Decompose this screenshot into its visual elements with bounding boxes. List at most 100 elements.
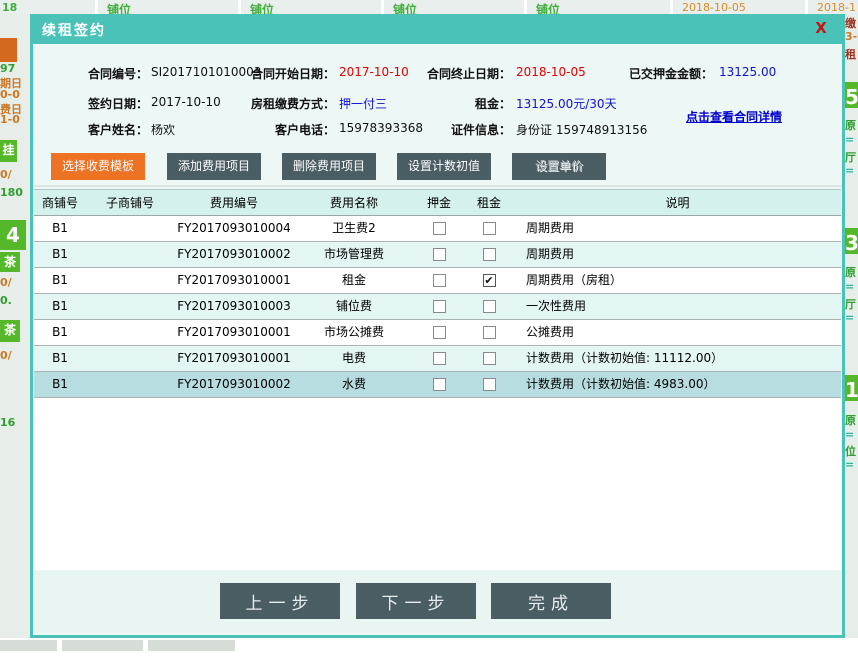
desc-cell: 周期费用（房租） — [514, 268, 841, 293]
fee-table-row[interactable]: B1FY2017093010003铺位费一次性费用 — [34, 294, 841, 320]
background-fragment: 16 — [0, 416, 15, 429]
rent-checkbox[interactable] — [483, 248, 496, 261]
background-column-divider — [805, 0, 808, 14]
shop-cell: B1 — [34, 268, 86, 293]
fee-table-row[interactable]: B1FY2017093010002市场管理费周期费用 — [34, 242, 841, 268]
finish-button[interactable]: 完成 — [491, 583, 611, 619]
deposit-paid-label: 已交押金金额： — [603, 65, 713, 82]
background-tab-block — [62, 640, 143, 651]
rent-checkbox[interactable]: ✔ — [483, 274, 496, 287]
background-fragment: 97 — [0, 62, 15, 75]
customer-phone-label: 客户电话： — [225, 121, 335, 138]
rent-checkbox[interactable] — [483, 352, 496, 365]
delete-fee-item-button[interactable]: 删除费用项目 — [282, 153, 376, 180]
rent-checkbox-cell — [464, 346, 514, 371]
contract-no-label: 合同编号： — [38, 65, 148, 82]
fee-table-row[interactable]: B1FY2017093010001电费计数费用（计数初始值: 11112.00） — [34, 346, 841, 372]
col-sub-shop-no: 子商铺号 — [86, 190, 174, 215]
fee-table-row[interactable]: B1 FY2017093010001租金 ✔ 周期费用（房租） — [34, 268, 841, 294]
fee-table-row[interactable]: B1FY2017093010002水费计数费用（计数初始值: 4983.00） — [34, 372, 841, 398]
background-fragment: 180 — [0, 186, 23, 199]
deposit-checkbox[interactable] — [433, 326, 446, 339]
sub-shop-cell — [86, 320, 174, 345]
rent-checkbox[interactable] — [483, 326, 496, 339]
deposit-checkbox[interactable] — [433, 378, 446, 391]
background-booth-header: 铺位 — [536, 1, 560, 14]
deposit-checkbox[interactable] — [433, 352, 446, 365]
background-header-strip: 18 铺位铺位铺位铺位2018-10-052018-1 — [0, 0, 858, 14]
sub-shop-cell — [86, 372, 174, 397]
background-column-divider — [381, 0, 384, 14]
shop-cell: B1 — [34, 320, 86, 345]
desc-cell: 计数费用（计数初始值: 11112.00） — [514, 346, 841, 371]
rent-checkbox-cell — [464, 372, 514, 397]
id-info-label: 证件信息： — [401, 121, 511, 138]
background-fragment: 0. — [0, 294, 12, 307]
fee-name-cell: 市场管理费 — [294, 242, 414, 267]
previous-step-button[interactable]: 上一步 — [220, 583, 340, 619]
next-step-button[interactable]: 下一步 — [356, 583, 476, 619]
background-fragment: 0/ — [0, 276, 12, 289]
rent-checkbox[interactable] — [483, 222, 496, 235]
deposit-checkbox[interactable] — [433, 300, 446, 313]
background-fragment: 原 — [845, 412, 856, 428]
background-fragment: = — [845, 311, 854, 324]
col-shop-no: 商铺号 — [34, 190, 86, 215]
close-icon: X — [815, 19, 827, 37]
background-fragment: 位 — [845, 443, 856, 459]
dialog-title-bar: 续租签约 X — [30, 14, 845, 44]
background-fragment: 4 — [0, 220, 26, 250]
background-fragment: = — [845, 133, 854, 146]
background-fragment: = — [845, 164, 854, 177]
deposit-checkbox[interactable] — [433, 274, 446, 287]
background-tab-block — [148, 640, 235, 651]
close-button[interactable]: X — [811, 19, 831, 39]
deposit-checkbox[interactable] — [433, 248, 446, 261]
shop-cell: B1 — [34, 294, 86, 319]
fee-table-row[interactable]: B1FY2017093010001市场公摊费公摊费用 — [34, 320, 841, 346]
background-fragment: 挂 — [0, 140, 17, 162]
deposit-checkbox-cell — [414, 294, 464, 319]
col-fee-no: 费用编号 — [174, 190, 294, 215]
deposit-checkbox-cell — [414, 268, 464, 293]
rent-checkbox[interactable] — [483, 300, 496, 313]
fee-no-cell: FY2017093010001 — [174, 346, 294, 371]
fee-name-cell: 租金 — [294, 268, 414, 293]
background-fragment: 原 — [845, 264, 856, 280]
id-info-value: 身份证 159748913156 — [516, 121, 647, 138]
customer-name-label: 客户姓名： — [38, 121, 148, 138]
col-desc: 说明 — [514, 190, 841, 215]
sub-shop-cell — [86, 294, 174, 319]
desc-cell: 周期费用 — [514, 242, 841, 267]
set-counter-initial-button[interactable]: 设置计数初值 — [397, 153, 491, 180]
deposit-checkbox[interactable] — [433, 222, 446, 235]
deposit-checkbox-cell — [414, 320, 464, 345]
background-fragment: 缴 — [845, 15, 856, 31]
background-booth-header: 铺位 — [107, 1, 131, 14]
set-unit-price-button[interactable]: 设置单价 — [512, 153, 606, 180]
desc-cell: 计数费用（计数初始值: 4983.00） — [514, 372, 841, 397]
background-fragment: 1-0 — [0, 113, 20, 126]
toolbar-separator — [33, 185, 842, 187]
background-fragment — [0, 38, 17, 62]
background-fragment: 厅 — [845, 296, 856, 312]
background-fragment: 0-0 — [0, 88, 20, 101]
desc-cell: 公摊费用 — [514, 320, 841, 345]
add-fee-item-button[interactable]: 添加费用项目 — [167, 153, 261, 180]
start-date-label: 合同开始日期： — [225, 65, 335, 82]
sub-shop-cell — [86, 268, 174, 293]
customer-name-value: 杨欢 — [151, 121, 175, 138]
rent-checkbox-cell — [464, 320, 514, 345]
select-fee-template-button[interactable]: 选择收费模板 — [51, 153, 145, 180]
view-contract-link[interactable]: 点击查看合同详情 — [686, 108, 782, 125]
fee-no-cell: FY2017093010001 — [174, 268, 294, 293]
rent-checkbox[interactable] — [483, 378, 496, 391]
background-corner-number: 18 — [2, 1, 17, 14]
background-fragment: 1 — [845, 375, 858, 401]
deposit-checkbox-cell — [414, 346, 464, 371]
background-column-divider — [670, 0, 673, 14]
fee-name-cell: 铺位费 — [294, 294, 414, 319]
deposit-checkbox-cell — [414, 242, 464, 267]
fee-table-row[interactable]: B1FY2017093010004卫生费2周期费用 — [34, 216, 841, 242]
rent-value: 13125.00元/30天 — [516, 95, 617, 112]
